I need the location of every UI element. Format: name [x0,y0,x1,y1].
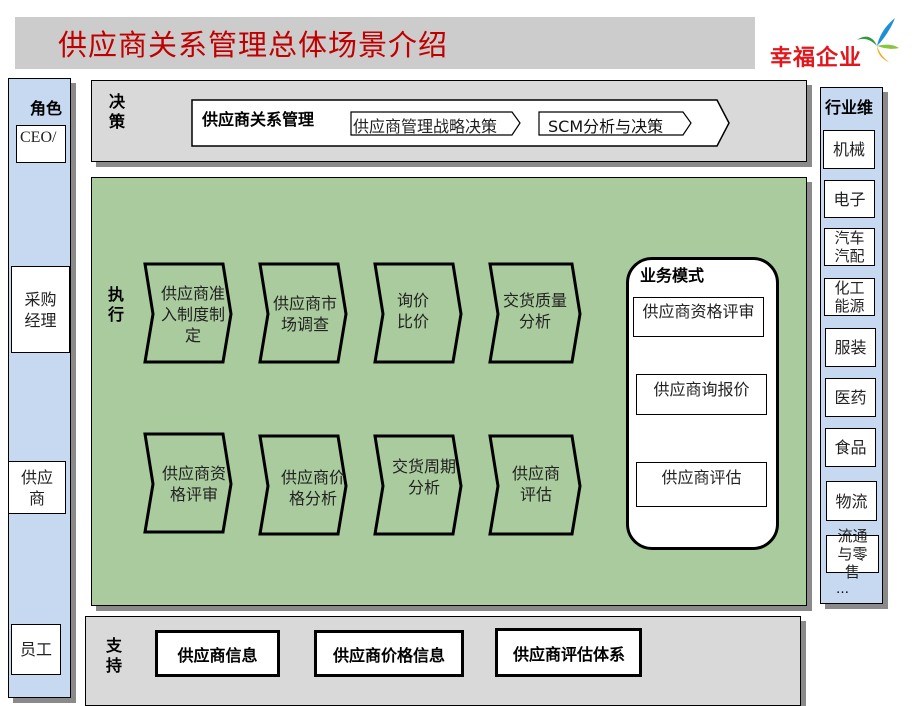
exec-step-price-analysis[interactable]: 供应商价格分析 [274,442,352,534]
industry-automotive[interactable]: 汽车汽配 [824,228,875,266]
decision-step-strategy[interactable]: 供应商管理战略决策 [353,113,497,137]
role-column [8,78,71,698]
exec-step-admission[interactable]: 供应商准入制度制定 [155,266,231,362]
industry-food[interactable]: 食品 [825,428,876,467]
mode-qualification[interactable]: 供应商资格评审 [633,297,764,337]
industry-machinery[interactable]: 机械 [823,130,875,169]
role-purchasing-manager[interactable]: 采购经理 [11,266,70,353]
role-supplier[interactable]: 供应商 [8,461,66,514]
decision-step-scm[interactable]: SCM分析与决策 [548,113,663,137]
mode-quotation[interactable]: 供应商询报价 [636,374,767,415]
logo-text: 幸福企业 [770,46,863,71]
role-ceo[interactable]: CEO/ [16,125,66,163]
exec-step-delivery-cycle[interactable]: 交货周期分析 [385,436,463,518]
industry-chemical-energy[interactable]: 化工能源 [824,278,875,316]
exec-step-price-comparison[interactable]: 询价比价 [393,266,433,356]
decision-label: 决策 [109,92,126,131]
industry-more: … [836,582,849,597]
industry-apparel[interactable]: 服装 [825,328,876,367]
decision-main-label: 供应商关系管理 [202,110,315,129]
page-title: 供应商关系管理总体场景介绍 [58,28,449,62]
pinwheel-icon [857,18,899,62]
industry-pharma[interactable]: 医药 [825,378,876,417]
role-heading: 角色 [30,99,63,118]
execution-label: 执行 [108,285,125,324]
exec-step-evaluation[interactable]: 供应商评估 [508,440,564,528]
support-price-info[interactable]: 供应商价格信息 [314,630,464,677]
industry-logistics[interactable]: 物流 [826,481,877,521]
industry-electronics[interactable]: 电子 [824,180,875,218]
business-mode-title: 业务模式 [640,266,705,285]
role-employee[interactable]: 员工 [11,624,61,675]
support-label: 支持 [106,636,123,675]
support-evaluation-system[interactable]: 供应商评估体系 [495,628,642,677]
exec-step-delivery-quality[interactable]: 交货质量分析 [497,266,573,356]
exec-step-qualification[interactable]: 供应商资格评审 [156,438,232,530]
exec-step-market-survey[interactable]: 供应商市场调查 [266,266,344,362]
support-supplier-info[interactable]: 供应商信息 [155,630,280,677]
mode-evaluation[interactable]: 供应商评估 [636,462,767,507]
industry-retail[interactable]: 流通与零售 [826,527,879,581]
industry-heading: 行业维 [825,98,874,117]
